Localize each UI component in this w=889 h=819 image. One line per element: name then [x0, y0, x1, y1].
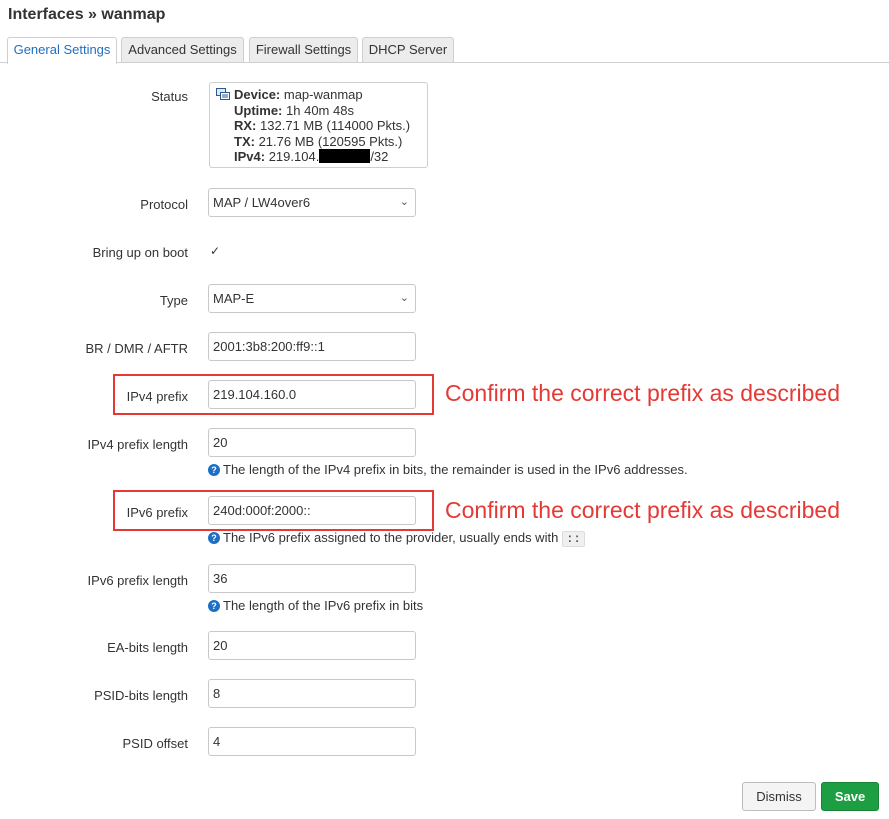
psid-offset-input[interactable]: 4	[208, 727, 416, 756]
ipv6-prefix-length-label: IPv6 prefix length	[87, 573, 188, 588]
network-device-icon	[216, 88, 230, 100]
ea-bits-length-label: EA-bits length	[107, 640, 188, 655]
ipv6-prefix-length-input[interactable]: 36	[208, 564, 416, 593]
status-details: Device: map-wanmap Uptime: 1h 40m 48s RX…	[234, 87, 410, 165]
protocol-value: MAP / LW4over6	[213, 195, 311, 210]
boot-checkbox[interactable]: ✓	[208, 244, 222, 258]
tx-key: TX:	[234, 133, 255, 149]
ipv6-prefix-length-help: ? The length of the IPv6 prefix in bits	[208, 598, 423, 613]
rx-key: RX:	[234, 118, 257, 133]
ipv4-prefix-length-help: ? The length of the IPv4 prefix in bits, …	[208, 462, 688, 477]
chevron-down-icon: ⌄	[399, 292, 409, 304]
redaction-bar	[319, 149, 371, 163]
save-button[interactable]: Save	[821, 782, 879, 811]
ipv6-prefix-input[interactable]: 240d:000f:2000::	[208, 496, 416, 525]
psid-bits-length-input[interactable]: 8	[208, 679, 416, 708]
ipv4-key: IPv4:	[234, 149, 266, 164]
device-key: Device:	[234, 87, 281, 102]
device-value: map-wanmap	[283, 87, 363, 102]
ipv6-prefix-annotation: Confirm the correct prefix as described	[445, 497, 840, 523]
br-input[interactable]: 2001:3b8:200:ff9::1	[208, 332, 416, 361]
ipv4-prefix-label: IPv4 prefix	[126, 389, 188, 404]
ipv6-prefix-help-code: ::	[562, 531, 585, 547]
ipv4-value-start: 219.104.	[268, 149, 320, 164]
tx-value: 21.76 MB (120595 Pkts.)	[258, 133, 403, 149]
psid-offset-label: PSID offset	[122, 736, 188, 751]
protocol-select[interactable]: MAP / LW4over6 ⌄	[208, 188, 416, 217]
ea-bits-length-input[interactable]: 20	[208, 631, 416, 660]
ipv6-prefix-help-text: The IPv6 prefix assigned to the provider…	[223, 530, 559, 545]
help-icon: ?	[208, 464, 220, 476]
ipv6-prefix-label: IPv6 prefix	[126, 505, 188, 520]
ipv4-prefix-input[interactable]: 219.104.160.0	[208, 380, 416, 409]
ipv4-prefix-length-help-text: The length of the IPv4 prefix in bits, t…	[223, 462, 688, 477]
ipv6-prefix-help: ? The IPv6 prefix assigned to the provide…	[208, 530, 585, 547]
type-value: MAP-E	[213, 291, 255, 306]
tab-advanced-settings[interactable]: Advanced Settings	[121, 37, 244, 62]
ipv6-prefix-length-help-text: The length of the IPv6 prefix in bits	[223, 598, 424, 613]
help-icon: ?	[208, 600, 220, 612]
dismiss-button[interactable]: Dismiss	[742, 782, 816, 811]
chevron-down-icon: ⌄	[399, 196, 409, 208]
type-label: Type	[159, 293, 188, 308]
uptime-value: 1h 40m 48s	[286, 102, 354, 118]
br-label: BR / DMR / AFTR	[85, 341, 188, 356]
tab-firewall-settings[interactable]: Firewall Settings	[249, 37, 358, 62]
help-icon: ?	[208, 532, 220, 544]
type-select[interactable]: MAP-E ⌄	[208, 284, 416, 313]
status-box: Device: map-wanmap Uptime: 1h 40m 48s RX…	[209, 82, 428, 168]
tab-general-settings[interactable]: General Settings	[7, 37, 117, 64]
boot-label: Bring up on boot	[92, 245, 188, 260]
tab-bar: General Settings Advanced Settings Firew…	[0, 37, 889, 64]
ipv4-prefix-length-input[interactable]: 20	[208, 428, 416, 457]
uptime-key: Uptime:	[234, 102, 283, 118]
rx-value: 132.71 MB (114000 Pkts.)	[260, 118, 411, 133]
checkmark-icon: ✓	[209, 244, 221, 258]
ipv4-prefix-length-label: IPv4 prefix length	[87, 437, 188, 452]
psid-bits-length-label: PSID-bits length	[94, 688, 188, 703]
protocol-label: Protocol	[140, 197, 188, 212]
status-label: Status	[151, 89, 188, 104]
page-title: Interfaces » wanmap	[8, 6, 166, 23]
ipv4-value-end: /32	[370, 149, 389, 164]
tab-dhcp-server[interactable]: DHCP Server	[362, 37, 454, 62]
ipv4-prefix-annotation: Confirm the correct prefix as described	[445, 380, 840, 406]
